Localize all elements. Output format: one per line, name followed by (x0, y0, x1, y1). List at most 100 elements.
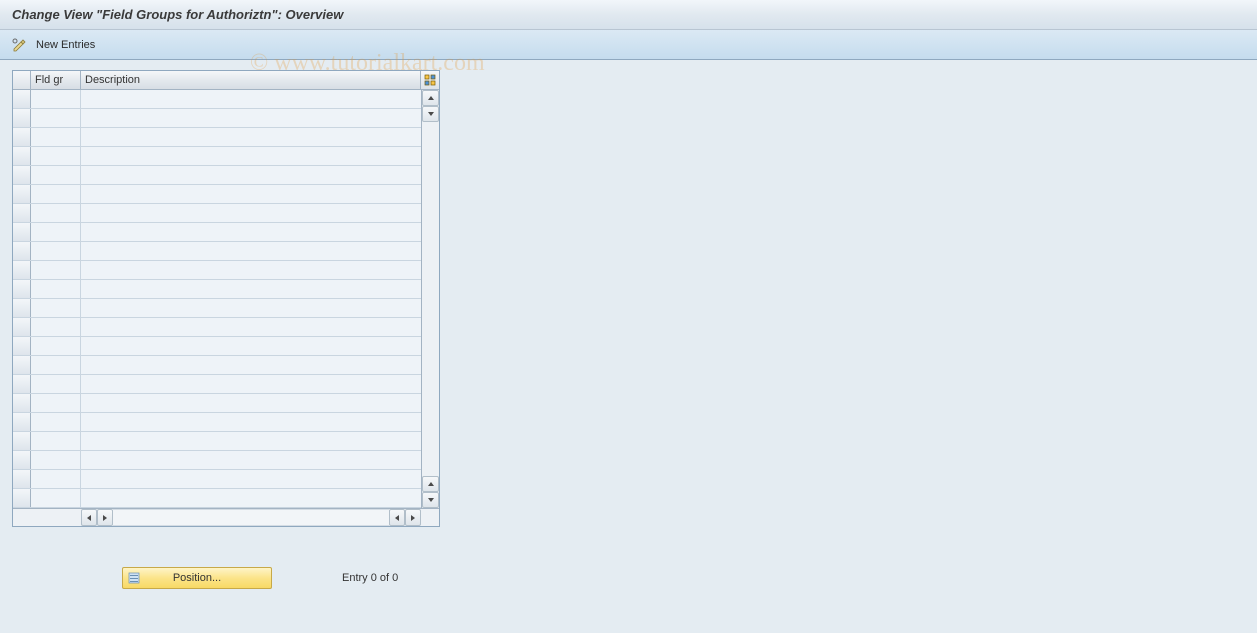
fldgr-input[interactable] (31, 147, 80, 165)
table-row (13, 147, 421, 166)
fldgr-input[interactable] (31, 413, 80, 431)
row-select[interactable] (13, 280, 31, 298)
fldgr-input[interactable] (31, 337, 80, 355)
fldgr-input[interactable] (31, 128, 80, 146)
select-all-column-header[interactable] (13, 71, 31, 89)
new-entries-button[interactable]: New Entries (36, 39, 95, 51)
description-input[interactable] (81, 489, 421, 507)
fldgr-input[interactable] (31, 90, 80, 108)
description-input[interactable] (81, 394, 421, 412)
row-select[interactable] (13, 90, 31, 108)
description-input[interactable] (81, 261, 421, 279)
table-row (13, 242, 421, 261)
description-input[interactable] (81, 90, 421, 108)
row-select[interactable] (13, 128, 31, 146)
description-input[interactable] (81, 470, 421, 488)
description-cell (81, 166, 421, 184)
scroll-left-button[interactable] (81, 509, 97, 526)
fldgr-input[interactable] (31, 356, 80, 374)
row-select[interactable] (13, 261, 31, 279)
fldgr-cell (31, 432, 81, 450)
row-select[interactable] (13, 394, 31, 412)
description-input[interactable] (81, 185, 421, 203)
scroll-up-bottom-button[interactable] (422, 476, 439, 492)
description-input[interactable] (81, 299, 421, 317)
fldgr-input[interactable] (31, 261, 80, 279)
description-input[interactable] (81, 280, 421, 298)
fldgr-input[interactable] (31, 204, 80, 222)
position-button[interactable]: Position... (122, 567, 272, 589)
toggle-edit-icon[interactable] (12, 37, 28, 53)
fldgr-input[interactable] (31, 242, 80, 260)
row-select[interactable] (13, 204, 31, 222)
fldgr-input[interactable] (31, 318, 80, 336)
scroll-down-bottom-button[interactable] (422, 492, 439, 508)
fldgr-input[interactable] (31, 451, 80, 469)
fldgr-column-header[interactable]: Fld gr (31, 71, 81, 89)
scroll-down-button[interactable] (422, 106, 439, 122)
scroll-right-end-button[interactable] (405, 509, 421, 526)
scroll-up-button[interactable] (422, 90, 439, 106)
horizontal-scroll-track[interactable] (113, 509, 389, 526)
fldgr-cell (31, 204, 81, 222)
footer-actions: Position... Entry 0 of 0 (12, 567, 1245, 589)
fldgr-input[interactable] (31, 166, 80, 184)
description-input[interactable] (81, 375, 421, 393)
fldgr-input[interactable] (31, 394, 80, 412)
scroll-right-inner-button[interactable] (97, 509, 113, 526)
row-select[interactable] (13, 242, 31, 260)
row-select[interactable] (13, 337, 31, 355)
fldgr-input[interactable] (31, 299, 80, 317)
row-select[interactable] (13, 166, 31, 184)
scroll-corner (13, 509, 81, 526)
description-input[interactable] (81, 166, 421, 184)
description-column-header[interactable]: Description (81, 71, 421, 89)
fldgr-cell (31, 356, 81, 374)
fldgr-input[interactable] (31, 432, 80, 450)
description-cell (81, 204, 421, 222)
fldgr-input[interactable] (31, 109, 80, 127)
row-select[interactable] (13, 413, 31, 431)
row-select[interactable] (13, 470, 31, 488)
description-input[interactable] (81, 337, 421, 355)
row-select[interactable] (13, 299, 31, 317)
row-select[interactable] (13, 223, 31, 241)
fldgr-cell (31, 185, 81, 203)
description-input[interactable] (81, 432, 421, 450)
description-input[interactable] (81, 451, 421, 469)
vertical-scroll-track[interactable] (422, 122, 439, 476)
description-input[interactable] (81, 318, 421, 336)
table-settings-button[interactable] (421, 71, 439, 89)
scroll-left-end-button[interactable] (389, 509, 405, 526)
fldgr-cell (31, 261, 81, 279)
description-input[interactable] (81, 109, 421, 127)
fldgr-cell (31, 451, 81, 469)
description-input[interactable] (81, 356, 421, 374)
row-select[interactable] (13, 318, 31, 336)
fldgr-input[interactable] (31, 375, 80, 393)
description-input[interactable] (81, 204, 421, 222)
table-row (13, 166, 421, 185)
fldgr-input[interactable] (31, 185, 80, 203)
table-row (13, 185, 421, 204)
description-input[interactable] (81, 413, 421, 431)
row-select[interactable] (13, 147, 31, 165)
fldgr-input[interactable] (31, 280, 80, 298)
row-select[interactable] (13, 356, 31, 374)
fldgr-input[interactable] (31, 223, 80, 241)
row-select[interactable] (13, 432, 31, 450)
row-select[interactable] (13, 375, 31, 393)
table-row (13, 280, 421, 299)
fldgr-cell (31, 147, 81, 165)
description-input[interactable] (81, 147, 421, 165)
description-input[interactable] (81, 128, 421, 146)
row-select[interactable] (13, 489, 31, 507)
description-input[interactable] (81, 242, 421, 260)
description-input[interactable] (81, 223, 421, 241)
row-select[interactable] (13, 109, 31, 127)
table-row (13, 109, 421, 128)
row-select[interactable] (13, 185, 31, 203)
row-select[interactable] (13, 451, 31, 469)
fldgr-input[interactable] (31, 489, 80, 507)
fldgr-input[interactable] (31, 470, 80, 488)
